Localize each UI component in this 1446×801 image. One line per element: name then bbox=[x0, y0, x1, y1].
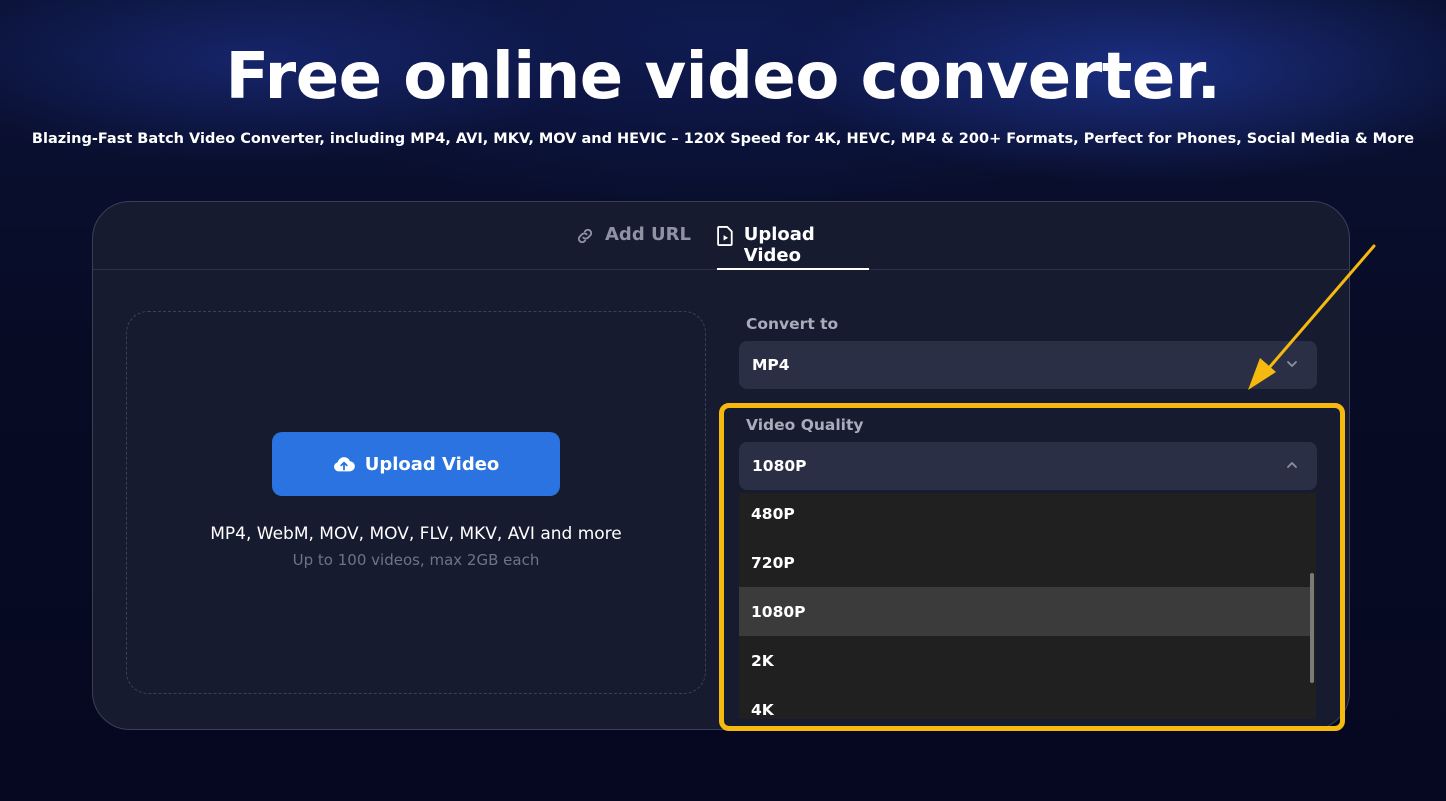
upload-video-button[interactable]: Upload Video bbox=[272, 432, 560, 496]
tab-add-url[interactable]: Add URL bbox=[575, 224, 691, 270]
tab-upload-video-label: Upload Video bbox=[743, 224, 815, 266]
link-icon bbox=[577, 228, 593, 244]
tab-upload-video[interactable]: Upload Video bbox=[717, 224, 869, 270]
convert-to-value: MP4 bbox=[752, 356, 790, 374]
tab-bar: Add URL Upload Video bbox=[93, 202, 1349, 270]
file-icon bbox=[717, 226, 733, 246]
upload-dropzone[interactable]: Upload Video MP4, WebM, MOV, MOV, FLV, M… bbox=[126, 311, 706, 694]
upload-limits: Up to 100 videos, max 2GB each bbox=[292, 551, 540, 569]
highlight-box bbox=[719, 403, 1345, 731]
pointer-arrow-icon bbox=[1248, 244, 1376, 390]
cloud-upload-icon bbox=[333, 457, 355, 472]
page-title: Free online video converter. bbox=[225, 40, 1221, 114]
page-subtitle: Blazing-Fast Batch Video Converter, incl… bbox=[31, 131, 1415, 147]
convert-to-label: Convert to bbox=[746, 315, 839, 333]
tab-add-url-label: Add URL bbox=[605, 224, 691, 245]
supported-formats: MP4, WebM, MOV, MOV, FLV, MKV, AVI and m… bbox=[210, 524, 622, 544]
upload-video-button-label: Upload Video bbox=[364, 453, 500, 475]
